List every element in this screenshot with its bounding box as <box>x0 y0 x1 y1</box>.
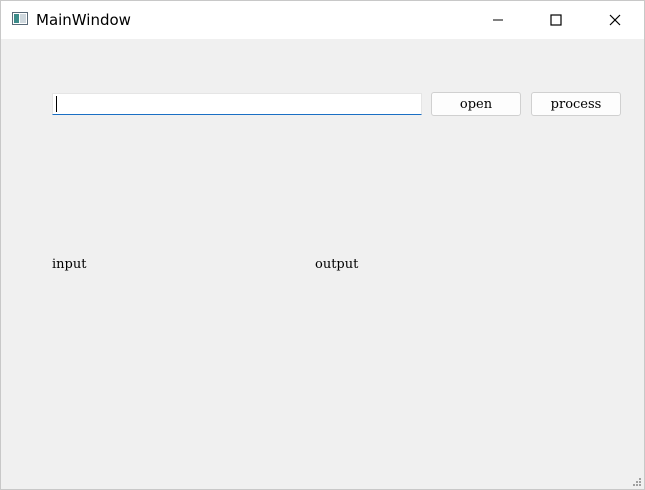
open-button[interactable]: open <box>431 92 521 116</box>
resize-grip-icon[interactable] <box>632 477 642 487</box>
text-caret <box>56 96 57 112</box>
input-label: input <box>52 257 87 272</box>
app-window-icon <box>12 12 28 25</box>
process-button[interactable]: process <box>531 92 621 116</box>
minimize-button[interactable] <box>469 1 527 39</box>
maximize-button[interactable] <box>527 1 585 39</box>
title-bar[interactable]: MainWindow <box>1 1 644 39</box>
window-title: MainWindow <box>36 11 131 29</box>
close-icon <box>609 14 621 26</box>
maximize-icon <box>550 14 562 26</box>
minimize-icon <box>493 19 503 21</box>
output-label: output <box>315 257 359 272</box>
close-button[interactable] <box>586 1 644 39</box>
path-input[interactable] <box>52 93 422 115</box>
main-window: MainWindow open process input output <box>0 0 645 490</box>
